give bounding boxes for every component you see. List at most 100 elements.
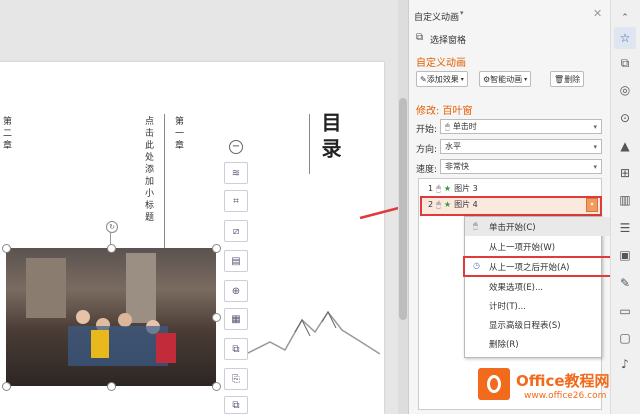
- menu-item-advanced-timeline[interactable]: 显示高级日程表(S): [465, 315, 623, 334]
- menu-item-timing[interactable]: 计时(T)...: [465, 296, 623, 315]
- menu-label: 效果选项(E)...: [489, 282, 544, 293]
- direction-select[interactable]: 水平 ▾: [440, 139, 602, 154]
- chevron-up-icon[interactable]: ⌃: [617, 10, 633, 26]
- selection-pane-link[interactable]: 选择窗格: [430, 33, 466, 46]
- shapes-icon[interactable]: ⧉: [617, 55, 633, 71]
- menu-label: 从上一项开始(W): [489, 242, 556, 253]
- comment-icon[interactable]: ▢: [617, 330, 633, 346]
- shape-props-icon[interactable]: ◎: [617, 82, 633, 98]
- resize-handle[interactable]: [107, 382, 116, 391]
- close-panel-icon[interactable]: ✕: [593, 7, 602, 20]
- chart-icon[interactable]: ▥: [617, 192, 633, 208]
- layers-icon[interactable]: ≋: [224, 162, 248, 184]
- panel-dropdown-icon[interactable]: ▾: [460, 9, 464, 17]
- mouse-icon: 🖱: [436, 183, 441, 193]
- selected-picture[interactable]: [6, 248, 216, 386]
- rotate-handle-icon[interactable]: ↻: [106, 221, 118, 233]
- image-tools-icon[interactable]: ▦: [224, 308, 248, 330]
- watermark-url: www.office26.com: [524, 391, 607, 401]
- slide-text-chapter2[interactable]: 第二章: [0, 116, 13, 166]
- location-icon[interactable]: ⊙: [617, 110, 633, 126]
- star-icon: ★: [443, 200, 452, 209]
- start-label: 开始:: [416, 125, 438, 135]
- more-tools-icon[interactable]: ⧉: [224, 396, 248, 414]
- speed-select[interactable]: 非常快 ▾: [440, 159, 602, 174]
- smart-animation-button[interactable]: ⚙ 智能动画 ▾: [479, 71, 532, 87]
- chevron-down-icon: ▾: [593, 142, 597, 151]
- box-icon[interactable]: ▭: [617, 303, 633, 319]
- menu-item-delete[interactable]: 删除(R): [465, 334, 623, 353]
- convert-icon[interactable]: ⎘: [224, 368, 248, 390]
- selection-pane-icon[interactable]: ⧉: [416, 32, 423, 43]
- picture-icon[interactable]: ▣: [617, 247, 633, 263]
- menu-label: 从上一项之后开始(A): [489, 262, 570, 273]
- edit-picture-icon[interactable]: ⧄: [224, 220, 248, 242]
- mouse-icon: 🖱: [445, 121, 450, 131]
- scrollbar-thumb[interactable]: [399, 98, 407, 320]
- split-icon[interactable]: ▤: [224, 250, 248, 272]
- menu-item-effect-options[interactable]: 效果选项(E)...: [465, 277, 623, 296]
- menu-label: 单击开始(C): [489, 222, 536, 233]
- resize-handle[interactable]: [2, 382, 11, 391]
- item-number: 1: [428, 184, 434, 193]
- menu-label: 计时(T)...: [489, 301, 526, 312]
- slide-divider: [164, 114, 165, 264]
- settings-sliders-icon[interactable]: ☰: [617, 220, 633, 236]
- zoom-icon[interactable]: ⊕: [224, 280, 248, 302]
- smart-icon: ⚙: [483, 74, 491, 84]
- resize-handle[interactable]: [212, 313, 221, 322]
- grid-icon[interactable]: ⊞: [617, 165, 633, 181]
- panel-title: 自定义动画: [414, 13, 460, 23]
- speed-label: 速度:: [416, 165, 438, 175]
- menu-item-after-previous[interactable]: ◷ 从上一项之后开始(A): [463, 256, 625, 277]
- smart-animation-label: 智能动画: [490, 74, 523, 84]
- chevron-down-icon: ▾: [524, 75, 528, 83]
- list-item-content: 2 🖱 ★ 图片 4: [428, 199, 478, 210]
- chevron-down-icon: ▾: [593, 122, 597, 131]
- star-icon: ★: [443, 184, 452, 193]
- resize-handle[interactable]: [212, 244, 221, 253]
- resize-handle[interactable]: [107, 244, 116, 253]
- slide-text-chapter1[interactable]: 第一章: [172, 116, 185, 166]
- clock-icon: ◷: [473, 261, 480, 270]
- picture-effect-icon[interactable]: ⧉: [224, 338, 248, 360]
- add-effect-button[interactable]: ✎ 添加效果 ▾: [416, 71, 468, 87]
- delete-button[interactable]: 🗑 删除: [550, 71, 585, 87]
- slide-text-subtitle[interactable]: 点击此处添加小标题: [142, 116, 155, 246]
- item-name: 图片 3: [454, 184, 478, 193]
- start-select[interactable]: 🖱 单击时 ▾: [440, 119, 602, 134]
- slide-title[interactable]: 目录: [316, 112, 345, 172]
- mouse-icon: 🖱: [436, 199, 441, 209]
- watermark-brand: Office教程网: [516, 372, 610, 390]
- add-effect-label: 添加效果: [426, 74, 459, 84]
- item-dropdown-icon[interactable]: ▾: [586, 198, 598, 212]
- start-value: 单击时: [452, 122, 477, 131]
- crop-icon[interactable]: ⌗: [224, 190, 248, 212]
- menu-label: 显示高级日程表(S): [489, 320, 561, 331]
- chevron-down-icon: ▾: [460, 75, 464, 83]
- mouse-icon: 🖱: [473, 221, 478, 230]
- animation-star-icon[interactable]: ☆: [617, 30, 633, 46]
- pencil-icon: ✎: [420, 74, 427, 84]
- delete-label: 删除: [564, 74, 581, 84]
- direction-label: 方向:: [416, 145, 438, 155]
- chevron-down-icon: ▾: [593, 162, 597, 171]
- title-divider: [309, 114, 310, 174]
- modify-label: 修改: 百叶窗: [416, 106, 473, 117]
- office-logo-icon: [478, 368, 510, 400]
- edit-icon[interactable]: ✎: [617, 275, 633, 291]
- menu-item-with-previous[interactable]: 从上一项开始(W): [465, 237, 623, 256]
- resize-handle[interactable]: [2, 244, 11, 253]
- speed-value: 非常快: [445, 162, 469, 171]
- section-title: 自定义动画: [416, 58, 466, 69]
- resize-handle[interactable]: [212, 382, 221, 391]
- direction-value: 水平: [445, 142, 461, 151]
- item-name: 图片 4: [454, 200, 478, 209]
- slide-design-icon[interactable]: ▲: [617, 138, 633, 154]
- list-item[interactable]: 1 🖱 ★ 图片 3: [428, 183, 478, 194]
- trash-icon: 🗑: [554, 74, 565, 84]
- item-number: 2: [428, 200, 434, 209]
- watermark-logo: Office教程网 www.office26.com: [474, 364, 640, 414]
- menu-item-on-click[interactable]: 🖱 单击开始(C): [465, 217, 623, 236]
- collapse-toolbar-icon[interactable]: −: [229, 140, 243, 154]
